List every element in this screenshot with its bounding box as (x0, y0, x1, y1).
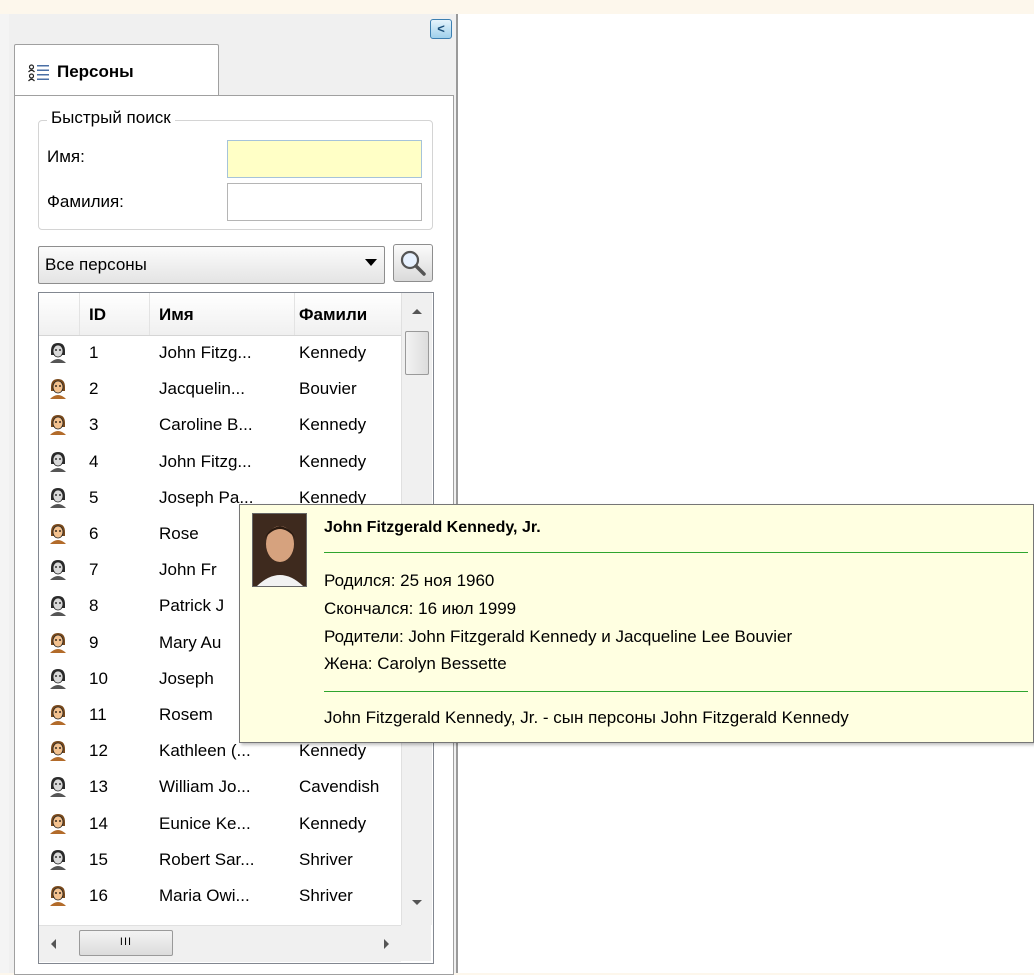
cell-last-name: Cavendish (299, 777, 380, 797)
table-row[interactable]: 3 Caroline B... Kennedy (39, 407, 401, 443)
chevron-down-icon (365, 259, 377, 266)
person-filter-value: Все персоны (45, 255, 147, 274)
table-row[interactable]: 1 John Fitzg... Kennedy (39, 335, 401, 371)
male-person-icon (50, 777, 66, 798)
female-person-icon (50, 524, 66, 544)
tab-persons[interactable]: Персоны (14, 44, 219, 97)
cell-last-name: Kennedy (299, 813, 367, 833)
grid-header: ID Имя Фамили (39, 293, 401, 336)
cell-first-name: John Fitzg... (159, 343, 252, 362)
cell-last-name: Kennedy (299, 741, 367, 761)
tooltip-divider (324, 552, 1028, 553)
cell-id: 4 (89, 451, 99, 471)
male-person-icon (50, 487, 66, 508)
vertical-scroll-thumb[interactable] (405, 331, 429, 375)
tooltip-divider (324, 691, 1028, 692)
table-row[interactable]: 14 Eunice Ke... Kennedy (39, 806, 401, 842)
table-row[interactable]: 16 Maria Owi... Shriver (39, 878, 401, 914)
cell-id: 9 (89, 632, 99, 652)
cell-id: 11 (89, 705, 107, 724)
cell-id: 1 (89, 343, 99, 362)
tooltip-parents: Родители: John Fitzgerald Kennedy и Jacq… (324, 627, 793, 646)
female-person-icon (50, 632, 66, 653)
cell-id: 3 (89, 415, 99, 435)
table-row[interactable]: 4 John Fitzg... Kennedy (39, 444, 401, 480)
cell-id: 15 (89, 849, 108, 869)
horizontal-scrollbar[interactable]: III (39, 925, 401, 962)
tooltip-person-name: John Fitzgerald Kennedy, Jr. (324, 519, 541, 536)
scrollbar-corner (401, 925, 431, 961)
magnifier-icon (400, 250, 426, 276)
column-header-first-name[interactable]: Имя (159, 305, 289, 325)
cell-last-name: Shriver (299, 886, 353, 905)
horizontal-scroll-thumb[interactable]: III (79, 930, 173, 956)
tooltip-died: Скончался: 16 июл 1999 (324, 599, 517, 618)
person-tooltip: John Fitzgerald Kennedy, Jr. Родился: 25… (239, 504, 1034, 743)
cell-last-name: Kennedy (299, 415, 367, 435)
first-name-input[interactable] (227, 140, 422, 178)
tooltip-spouse: Жена: Carolyn Bessette (324, 654, 507, 673)
cell-id: 7 (89, 560, 99, 580)
cell-id: 10 (89, 668, 108, 688)
tooltip-born: Родился: 25 ноя 1960 (324, 571, 495, 590)
female-person-icon (50, 741, 66, 762)
tooltip-relation: John Fitzgerald Kennedy, Jr. - сын персо… (324, 708, 849, 727)
quick-search-legend: Быстрый поиск (47, 108, 175, 128)
cell-id: 2 (89, 379, 99, 399)
male-person-icon (50, 451, 66, 472)
cell-first-name: Kathleen (... (159, 741, 251, 761)
cell-id: 14 (89, 813, 108, 833)
male-person-icon (50, 343, 66, 363)
cell-id: 5 (89, 487, 99, 507)
cell-first-name: Maria Owi... (159, 886, 250, 905)
cell-first-name: Robert Sar... (159, 849, 255, 869)
female-person-icon (50, 813, 66, 834)
female-person-icon (50, 415, 66, 436)
female-person-icon (50, 379, 66, 400)
person-list-icon (28, 64, 49, 82)
cell-id: 8 (89, 596, 99, 616)
male-person-icon (50, 668, 66, 689)
table-row[interactable]: 15 Robert Sar... Shriver (39, 842, 401, 878)
cell-first-name: Caroline B... (159, 415, 253, 435)
female-person-icon (50, 705, 66, 725)
cell-last-name: Bouvier (299, 379, 357, 399)
cell-last-name: Kennedy (299, 343, 367, 362)
last-name-label: Фамилия: (47, 192, 124, 211)
person-filter-select[interactable]: Все персоны (38, 246, 385, 284)
header-separator (79, 293, 80, 335)
male-person-icon (50, 560, 66, 581)
scroll-right-arrow-icon[interactable] (384, 939, 389, 949)
first-name-label: Имя: (47, 147, 85, 166)
cell-id: 6 (89, 524, 99, 543)
cell-first-name: John Fitzg... (159, 451, 252, 471)
scroll-left-arrow-icon[interactable] (51, 939, 56, 949)
scroll-down-arrow-icon[interactable] (412, 900, 422, 905)
column-header-last-name[interactable]: Фамили (299, 305, 401, 325)
cell-last-name: Shriver (299, 849, 353, 869)
table-row[interactable]: 2 Jacquelin... Bouvier (39, 371, 401, 407)
scroll-up-arrow-icon[interactable] (412, 309, 422, 314)
cell-first-name: Eunice Ke... (159, 813, 251, 833)
last-name-input[interactable] (227, 183, 422, 221)
female-person-icon (50, 886, 66, 906)
person-photo (252, 513, 307, 587)
search-button[interactable] (393, 244, 433, 282)
cell-last-name: Kennedy (299, 451, 367, 471)
cell-first-name: William Jo... (159, 777, 251, 797)
male-person-icon (50, 596, 66, 617)
header-separator (294, 293, 295, 335)
table-row[interactable]: 13 William Jo... Cavendish (39, 769, 401, 805)
cell-id: 13 (89, 777, 108, 797)
cell-id: 12 (89, 741, 108, 761)
tab-persons-label: Персоны (57, 62, 134, 81)
cell-first-name: Jacquelin... (159, 379, 245, 399)
cell-id: 16 (89, 886, 108, 905)
male-person-icon (50, 849, 66, 870)
column-header-id[interactable]: ID (89, 305, 139, 325)
collapse-panel-button[interactable]: < (430, 19, 452, 39)
collapse-glyph: < (437, 21, 445, 36)
header-separator (149, 293, 150, 335)
